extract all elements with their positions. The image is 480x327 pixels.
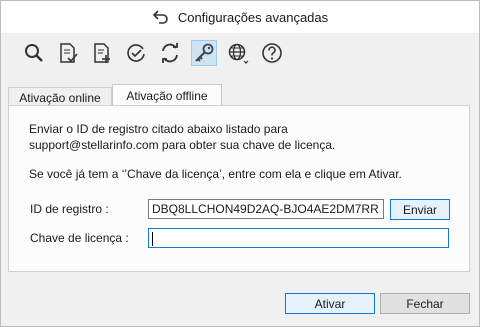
key-icon[interactable]: [191, 40, 217, 66]
title-bar: Configurações avançadas: [1, 1, 479, 33]
registration-id-field[interactable]: DBQ8LLCHON49D2AQ-BJO4AE2DM7RR: [148, 199, 384, 219]
instruction-line-1: Enviar o ID de registro citado abaixo li…: [29, 122, 288, 136]
instruction-line-2: support@stellarinfo.com para obter sua c…: [29, 138, 336, 152]
search-icon[interactable]: [21, 40, 47, 66]
refresh-icon[interactable]: [157, 40, 183, 66]
globe-icon[interactable]: [225, 40, 251, 66]
close-button[interactable]: Fechar: [380, 293, 470, 314]
tab-online-activation[interactable]: Ativação online: [8, 87, 112, 107]
license-key-label: Chave de licença :: [30, 231, 129, 245]
document-check-icon[interactable]: [55, 40, 81, 66]
window-title: Configurações avançadas: [177, 9, 329, 25]
help-icon[interactable]: [259, 40, 285, 66]
clock-check-icon[interactable]: [123, 40, 149, 66]
tab-offline-activation[interactable]: Ativação offline: [112, 84, 222, 107]
send-button[interactable]: Enviar: [390, 199, 450, 220]
text-caret: [152, 231, 153, 246]
offline-activation-panel: Enviar o ID de registro citado abaixo li…: [8, 105, 470, 272]
back-arrow-icon[interactable]: [152, 10, 170, 24]
document-add-icon[interactable]: [89, 40, 115, 66]
activate-button[interactable]: Ativar: [285, 293, 375, 314]
advanced-settings-dialog: Configurações avançadas Ativação online …: [0, 0, 480, 327]
toolbar: [1, 33, 479, 73]
license-key-field[interactable]: [148, 228, 449, 248]
instruction-line-3: Se você já tem a ‘’Chave da licença’, en…: [29, 167, 402, 181]
registration-id-label: ID de registro :: [30, 202, 109, 216]
